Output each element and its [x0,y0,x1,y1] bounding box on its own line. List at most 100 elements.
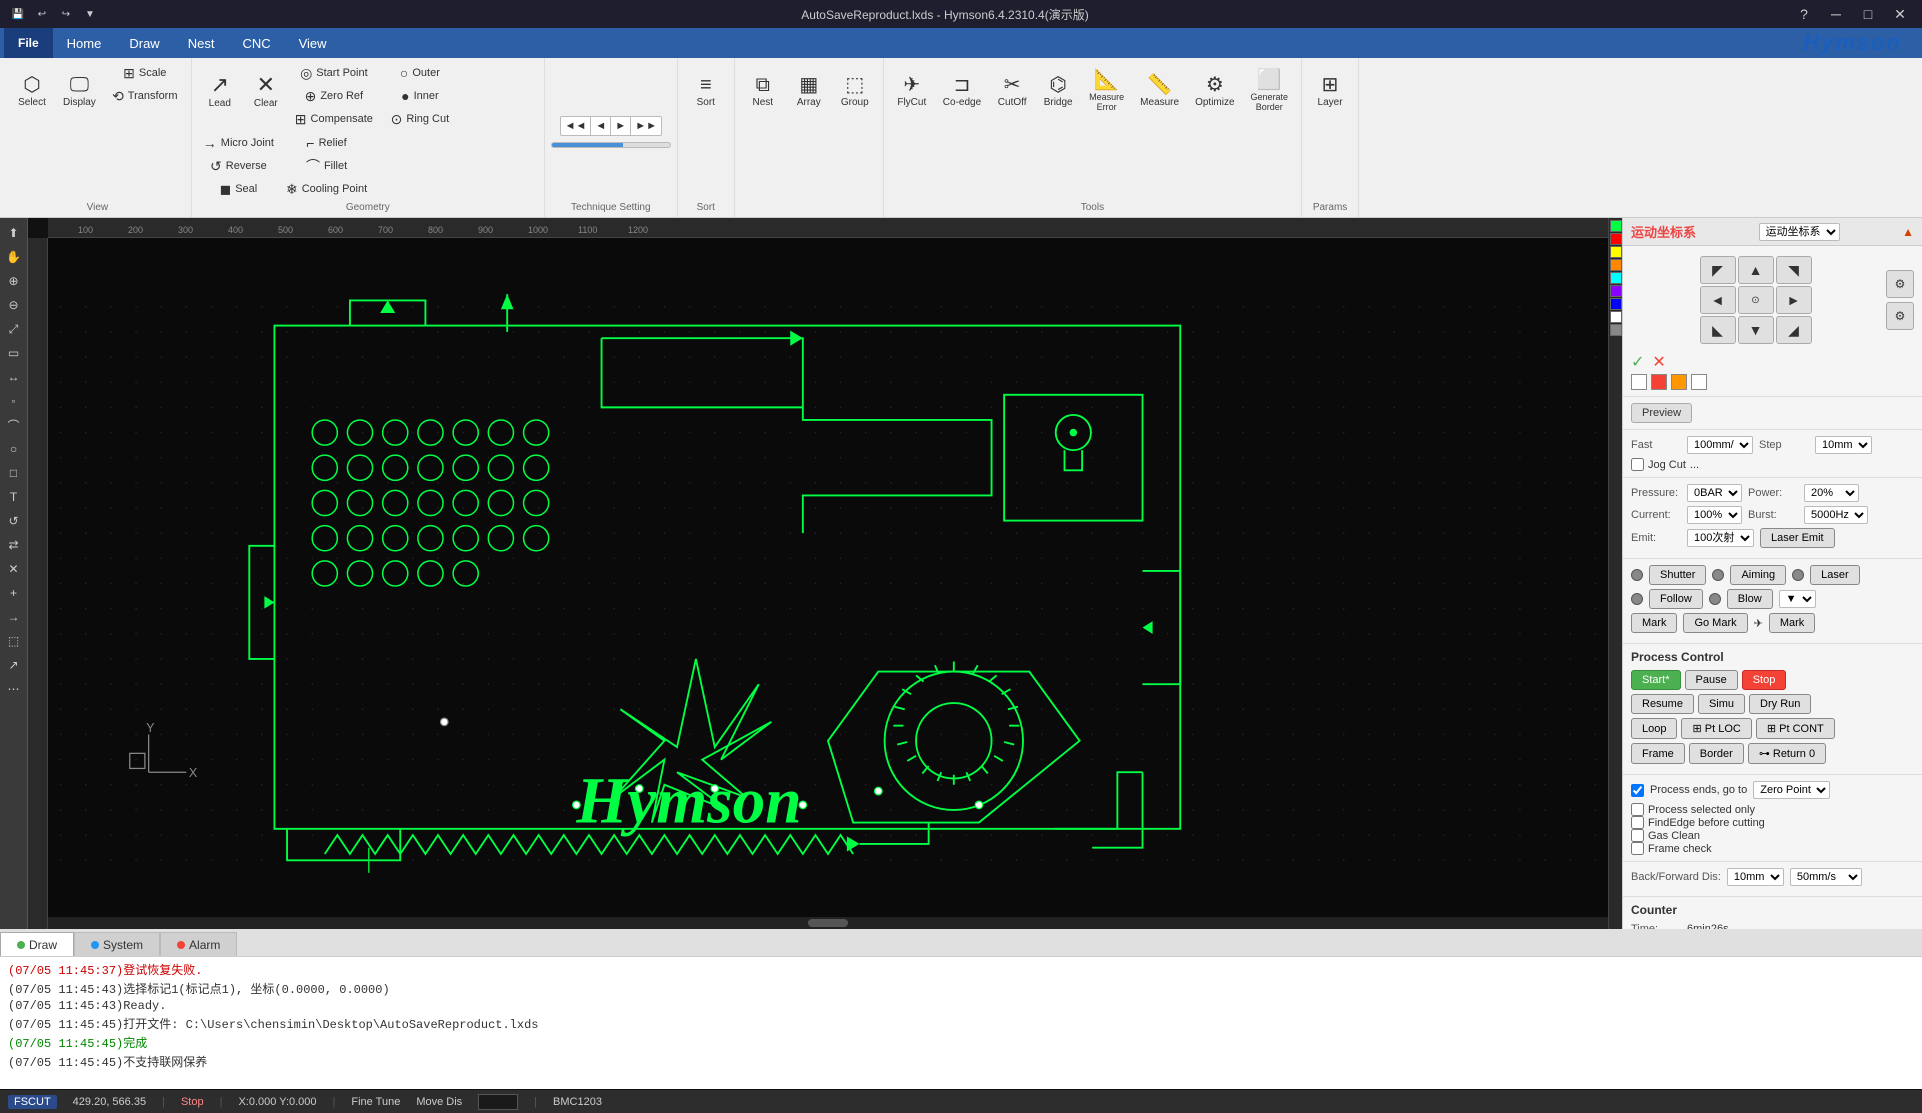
dry-run-button[interactable]: Dry Run [1749,694,1811,714]
join-tool[interactable]: + [3,582,25,604]
zoom-in-tool[interactable]: ⊕ [3,270,25,292]
inner-button[interactable]: ● Inner [380,85,460,107]
dir-right-btn[interactable]: ► [1776,286,1812,314]
laser-button[interactable]: Laser [1810,565,1860,585]
tab-draw[interactable]: Draw [0,932,74,956]
cooling-point-button[interactable]: ❄ Cooling Point [281,178,372,200]
menu-home[interactable]: Home [53,28,116,58]
ring-cut-button[interactable]: ⊙ Ring Cut [380,108,460,130]
process-ends-checkbox[interactable] [1631,784,1644,797]
sort-left-btn[interactable]: ◄◄ [561,117,592,135]
pressure-select[interactable]: 0BAR1BAR2BAR [1687,484,1742,502]
flycut-button[interactable]: ✈ FlyCut [890,62,934,120]
help-icon[interactable]: ? [1790,4,1818,24]
polyline-tool[interactable]: ⌒ [3,414,25,436]
menu-draw[interactable]: Draw [115,28,173,58]
follow-button[interactable]: Follow [1649,589,1703,609]
color-white[interactable] [1610,311,1622,323]
nest-button[interactable]: ⧉ Nest [741,62,785,120]
reverse-button[interactable]: ↺ Reverse [198,155,279,177]
group-button[interactable]: ⬚ Group [833,62,877,120]
pt-cont-button[interactable]: ⊞ Pt CONT [1756,718,1835,739]
minimize-button[interactable]: ─ [1822,4,1850,24]
text-tool[interactable]: T [3,486,25,508]
save-icon[interactable]: 💾 [8,4,28,24]
resume-button[interactable]: Resume [1631,694,1694,714]
canvas-area[interactable]: 100 200 300 400 500 600 700 800 900 1000… [28,218,1608,929]
transform-button[interactable]: ⟲ Transform [105,85,185,107]
expand-icon[interactable]: ▲ [1902,225,1914,239]
simu-button[interactable]: Simu [1698,694,1745,714]
mirror-tool[interactable]: ⇄ [3,534,25,556]
array-tool[interactable]: ⬚ [3,630,25,652]
loop-button[interactable]: Loop [1631,718,1677,739]
go-mark-button[interactable]: Go Mark [1683,613,1747,633]
step-select[interactable]: 10mm 5mm 1mm [1815,436,1872,454]
zoom-out-tool[interactable]: ⊖ [3,294,25,316]
hscrollbar[interactable] [48,917,1608,929]
scale-button[interactable]: ⊞ Scale [105,62,185,84]
color-orange[interactable] [1610,259,1622,271]
tab-system[interactable]: System [74,932,160,956]
aiming-button[interactable]: Aiming [1730,565,1786,585]
dir-dr-btn[interactable]: ◢ [1776,316,1812,344]
fast-select[interactable]: 100mm/ 50mm/ 200mm/ [1687,436,1753,454]
frame-check-checkbox[interactable] [1631,842,1644,855]
color-yellow[interactable] [1610,246,1622,258]
frame-button[interactable]: Frame [1631,743,1685,764]
pan-tool[interactable]: ✋ [3,246,25,268]
array-button[interactable]: ▦ Array [787,62,831,120]
process-selected-checkbox[interactable] [1631,803,1644,816]
pause-button[interactable]: Pause [1685,670,1738,690]
dir-ul-btn[interactable]: ◤ [1700,256,1736,284]
optimize-button[interactable]: ⚙ Optimize [1188,62,1241,120]
current-select[interactable]: 100%50% [1687,506,1742,524]
menu-icon[interactable]: ▼ [80,4,100,24]
dir-down-btn[interactable]: ▼ [1738,316,1774,344]
color-cyan[interactable] [1610,272,1622,284]
break-tool[interactable]: ✕ [3,558,25,580]
back-fwd-select1[interactable]: 10mm5mm [1727,868,1784,886]
more-tool[interactable]: ⋯ [3,678,25,700]
emit-select[interactable]: 100次射50次射 [1687,529,1754,547]
fit-tool[interactable]: ⤢ [3,318,25,340]
measure-error-button[interactable]: 📐 MeasureError [1082,62,1131,120]
shape-white2-btn[interactable] [1691,374,1707,390]
rotate-tool[interactable]: ↺ [3,510,25,532]
preview-button[interactable]: Preview [1631,403,1692,423]
extend-tool[interactable]: → [3,606,25,628]
pad-config2-btn[interactable]: ⚙ [1886,302,1914,330]
lead-button[interactable]: ↗ Lead [198,62,242,120]
measure-button[interactable]: 📏 Measure [1133,62,1186,120]
menu-cnc[interactable]: CNC [228,28,284,58]
menu-nest[interactable]: Nest [174,28,229,58]
laser-emit-button[interactable]: Laser Emit [1760,528,1835,548]
pad-config1-btn[interactable]: ⚙ [1886,270,1914,298]
seal-button[interactable]: ◼ Seal [198,178,279,200]
power-select[interactable]: 20%50%100% [1804,484,1859,502]
clear-button[interactable]: ✕ Clear [244,62,288,120]
generate-border-button[interactable]: ⬜ GenerateBorder [1244,62,1296,120]
pt-loc-button[interactable]: ⊞ Pt LOC [1681,718,1751,739]
hscrollbar-thumb[interactable] [808,919,848,927]
shape-white-btn[interactable] [1631,374,1647,390]
color-red[interactable] [1610,233,1622,245]
dir-up-btn[interactable]: ▲ [1738,256,1774,284]
shape-orange-btn[interactable] [1671,374,1687,390]
dir-dl-btn[interactable]: ◣ [1700,316,1736,344]
fscut-badge[interactable]: FSCUT [8,1095,57,1109]
canvas-viewport[interactable]: X Y [48,238,1608,929]
zero-ref-button[interactable]: ⊕ Zero Ref [290,85,378,107]
maximize-button[interactable]: □ [1854,4,1882,24]
find-edge-checkbox[interactable] [1631,816,1644,829]
blow-button[interactable]: Blow [1727,589,1773,609]
shutter-button[interactable]: Shutter [1649,565,1706,585]
sort-right-btn[interactable]: ►► [631,117,661,135]
menu-file[interactable]: File [4,28,53,58]
cursor-tool[interactable]: ⬆ [3,222,25,244]
log-area[interactable]: (07/05 11:45:37)登试恢复失败.(07/05 11:45:43)选… [0,957,1922,1089]
fillet-button[interactable]: ⌒ Fillet [281,155,372,177]
micro-joint-button[interactable]: → Micro Joint [198,132,279,154]
lead-tool[interactable]: ↗ [3,654,25,676]
close-button[interactable]: ✕ [1886,4,1914,24]
